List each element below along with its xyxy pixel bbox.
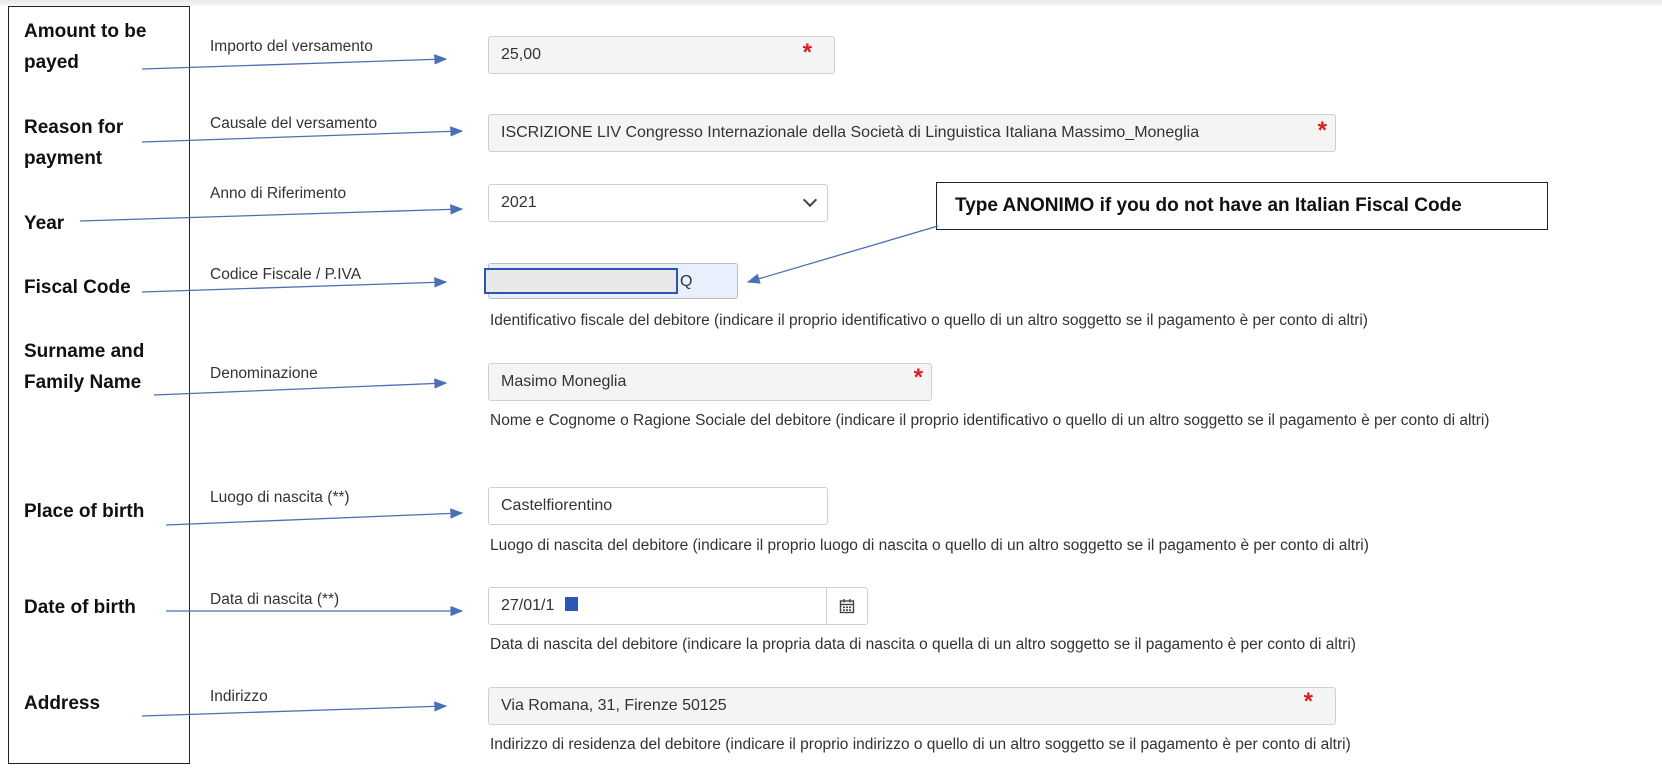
arrow-fiscal	[141, 277, 448, 293]
arrow-address	[141, 701, 448, 717]
arrow-amount	[141, 54, 448, 70]
arrow-callout	[746, 225, 939, 284]
arrow-birthplace	[165, 508, 464, 526]
arrow-year	[79, 204, 464, 222]
annotation-arrows	[79, 54, 939, 717]
arrow-reason	[141, 126, 464, 143]
arrow-name	[153, 378, 448, 396]
